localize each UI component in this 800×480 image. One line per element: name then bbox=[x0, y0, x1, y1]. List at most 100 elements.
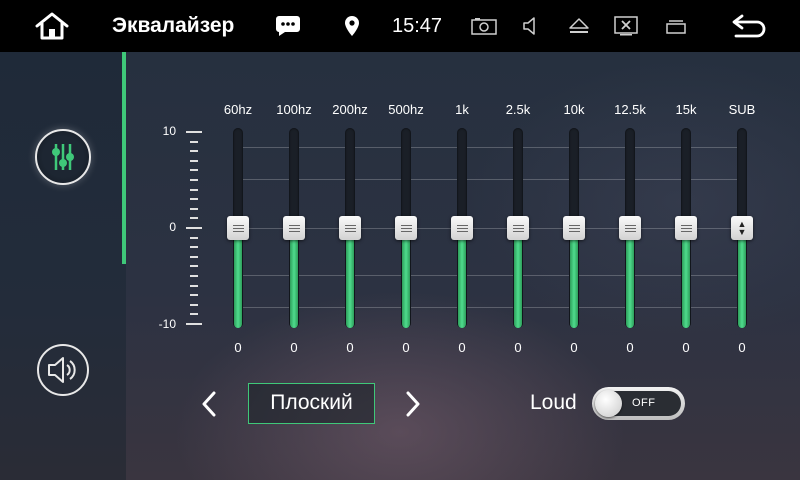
scale-minor-tick bbox=[190, 179, 198, 181]
scale-mid-label: 0 bbox=[169, 220, 176, 234]
band-value: 0 bbox=[234, 340, 242, 355]
loud-toggle[interactable]: OFF bbox=[592, 387, 685, 420]
message-button[interactable] bbox=[272, 0, 304, 52]
scale-minor-tick bbox=[190, 294, 198, 297]
knob-grip-line bbox=[400, 227, 412, 229]
grid-line bbox=[236, 275, 744, 276]
band-slider-fill bbox=[234, 228, 242, 328]
band-slider-fill bbox=[514, 228, 522, 328]
chevron-right-icon bbox=[406, 391, 420, 417]
scale-minor-tick bbox=[190, 207, 198, 210]
band-label: SUB bbox=[728, 102, 756, 117]
band-slider-knob[interactable] bbox=[283, 216, 305, 240]
band-slider-knob[interactable] bbox=[339, 216, 361, 240]
back-icon bbox=[732, 14, 766, 38]
band-label: 10k bbox=[563, 102, 585, 117]
knob-grip-line bbox=[624, 227, 636, 229]
band-slider-knob[interactable] bbox=[563, 216, 585, 240]
location-button[interactable] bbox=[340, 0, 364, 52]
knob-grip-line bbox=[512, 227, 524, 229]
band-value: 0 bbox=[514, 340, 522, 355]
knob-grip-line bbox=[680, 230, 692, 232]
band-slider-knob[interactable] bbox=[675, 216, 697, 240]
knob-grip-line bbox=[456, 224, 468, 226]
scale-minor-tick bbox=[190, 198, 198, 201]
band-slider-knob[interactable] bbox=[507, 216, 529, 240]
preset-next-button[interactable] bbox=[398, 389, 428, 419]
clock: 15:47 bbox=[392, 15, 443, 37]
loud-toggle-thumb[interactable] bbox=[595, 390, 622, 417]
band-value: 0 bbox=[626, 340, 634, 355]
sidebar-item-equalizer[interactable] bbox=[35, 129, 91, 185]
equalizer-panel: 10 0 -10 60hz 0 100hz 0 200hz 0 500hz 0 1k 0 2.5k 0… bbox=[0, 52, 800, 480]
up-down-arrows-icon: ▲ ▼ bbox=[737, 219, 747, 237]
knob-grip-line bbox=[624, 224, 636, 226]
band-slider-knob[interactable] bbox=[395, 216, 417, 240]
band-label: 2.5k bbox=[505, 102, 531, 117]
band-slider-fill bbox=[682, 228, 690, 328]
band-value: 0 bbox=[458, 340, 466, 355]
band-label: 15k bbox=[675, 102, 697, 117]
screen-off-button[interactable] bbox=[612, 0, 640, 52]
volume-button[interactable] bbox=[518, 0, 544, 52]
home-icon bbox=[35, 12, 69, 40]
grid-line bbox=[236, 228, 744, 229]
volume-icon bbox=[523, 17, 535, 35]
band-slider-fill bbox=[458, 228, 466, 328]
scale-minor-tick bbox=[190, 188, 198, 191]
knob-grip-line bbox=[568, 224, 580, 226]
status-bar: Эквалайзер 15:47 bbox=[0, 0, 800, 52]
band-slider-knob[interactable] bbox=[619, 216, 641, 240]
knob-grip-line bbox=[344, 230, 356, 232]
back-button[interactable] bbox=[726, 0, 772, 52]
sidebar-active-indicator bbox=[122, 52, 126, 264]
knob-grip-line bbox=[288, 230, 300, 232]
preset-selector[interactable]: Плоский bbox=[248, 383, 375, 424]
scale-max-label: 10 bbox=[162, 124, 176, 138]
band-slider-knob[interactable] bbox=[451, 216, 473, 240]
eject-button[interactable] bbox=[566, 0, 592, 52]
band-slider-fill bbox=[346, 228, 354, 328]
scale-min-label: -10 bbox=[158, 317, 176, 331]
band-slider-fill bbox=[290, 228, 298, 328]
band-label: 60hz bbox=[223, 102, 253, 117]
band-slider-fill bbox=[626, 228, 634, 328]
knob-grip-line bbox=[456, 230, 468, 232]
window-switch-icon bbox=[666, 20, 686, 34]
band-label: 200hz bbox=[332, 102, 368, 117]
equalizer-sliders-icon bbox=[52, 144, 74, 170]
knob-grip-line bbox=[512, 230, 524, 232]
knob-grip-line bbox=[512, 224, 524, 226]
sidebar bbox=[0, 52, 126, 480]
camera-icon bbox=[471, 18, 497, 35]
speaker-icon bbox=[48, 357, 76, 383]
knob-grip-line bbox=[680, 224, 692, 226]
band-slider-fill bbox=[402, 228, 410, 328]
eject-icon bbox=[569, 18, 589, 33]
scale-minor-tick bbox=[190, 217, 198, 220]
band-value: 0 bbox=[682, 340, 690, 355]
scale-major-tick bbox=[186, 227, 202, 229]
scale-major-tick bbox=[186, 131, 202, 133]
page-title: Эквалайзер bbox=[112, 14, 235, 37]
scale-minor-tick bbox=[190, 159, 198, 162]
multitask-button[interactable] bbox=[662, 0, 690, 52]
loud-toggle-state: OFF bbox=[632, 397, 656, 409]
camera-button[interactable] bbox=[468, 0, 500, 52]
scale-minor-tick bbox=[190, 140, 198, 143]
loud-label: Loud bbox=[530, 391, 577, 414]
sub-slider-knob[interactable]: ▲ ▼ bbox=[731, 216, 753, 240]
knob-grip-line bbox=[288, 224, 300, 226]
home-button[interactable] bbox=[30, 0, 74, 52]
knob-grip-line bbox=[456, 227, 468, 229]
band-slider-knob[interactable] bbox=[227, 216, 249, 240]
scale-minor-tick bbox=[190, 246, 198, 249]
scale-minor-tick bbox=[190, 303, 198, 306]
knob-grip-line bbox=[232, 230, 244, 232]
knob-grip-line bbox=[568, 227, 580, 229]
sidebar-item-sound-field[interactable] bbox=[37, 344, 89, 396]
band-label: 12.5k bbox=[614, 102, 646, 117]
chevron-left-icon bbox=[202, 391, 216, 417]
preset-prev-button[interactable] bbox=[194, 389, 224, 419]
knob-grip-line bbox=[624, 230, 636, 232]
